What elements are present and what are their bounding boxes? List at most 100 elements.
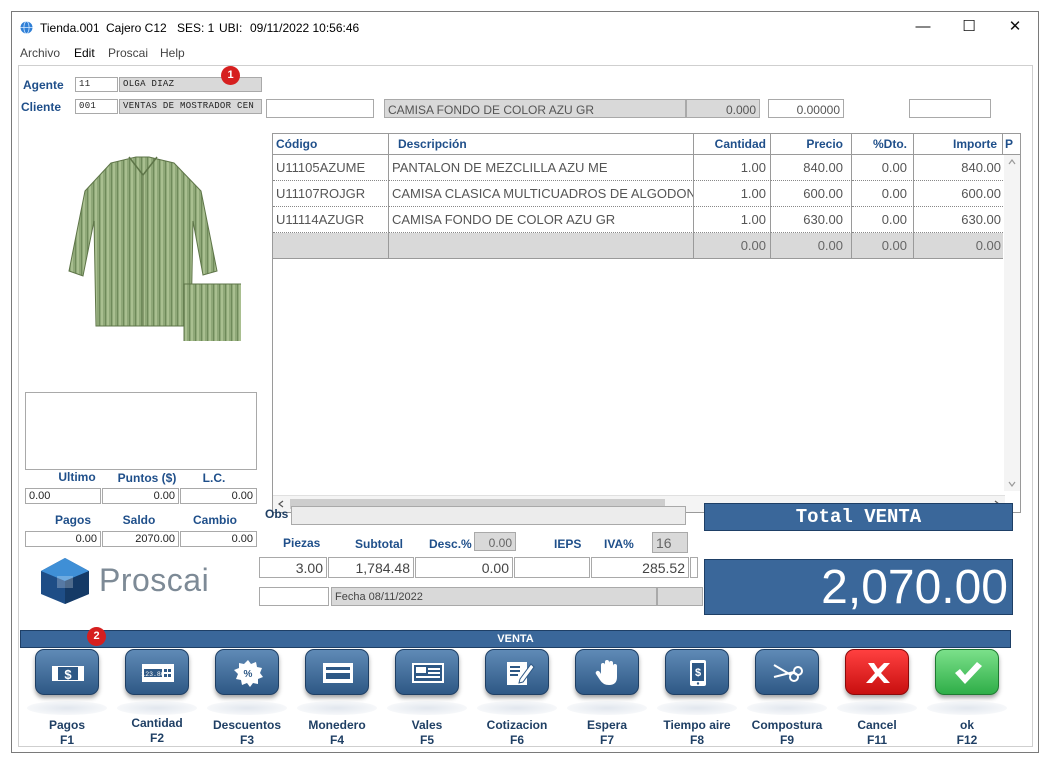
desc-amount-field: 0.00 <box>415 557 513 578</box>
item-price-input[interactable]: 0.00000 <box>768 99 844 118</box>
title-bar: Tienda.001 Cajero C12 SES: 1 UBI: 09/11/… <box>12 12 1038 42</box>
menu-help[interactable]: Help <box>160 46 185 60</box>
table-cell-discount[interactable]: 0.00 <box>852 181 914 207</box>
vales-reflection <box>387 701 467 715</box>
agent-code-field[interactable]: 11 <box>75 77 118 92</box>
scroll-down-icon[interactable] <box>1008 481 1016 487</box>
sales-grid: Código Descripción Cantidad Precio %Dto.… <box>272 133 1021 513</box>
desc-label: Desc.% <box>429 537 472 551</box>
vales-button[interactable] <box>395 649 459 695</box>
cotizacion-label: Cotizacion F6 <box>486 718 548 747</box>
espera-label: Espera F7 <box>586 718 628 747</box>
pos-panel: Agente 11 OLGA DIAZ 1 Cliente 001 VENTAS… <box>18 65 1033 747</box>
table-cell-amount[interactable]: 840.00 <box>914 155 1003 181</box>
tiempo-aire-button[interactable]: $ <box>665 649 729 695</box>
datetime: 09/11/2022 10:56:46 <box>250 21 360 35</box>
item-description-field: CAMISA FONDO DE COLOR AZU GR <box>384 99 686 118</box>
totals-cell-description <box>389 233 694 259</box>
iva-pct-field: 16 <box>652 532 688 553</box>
item-code-input[interactable] <box>266 99 374 118</box>
item-extra-input[interactable] <box>909 99 991 118</box>
annotation-badge-1: 1 <box>221 66 240 85</box>
espera-button[interactable] <box>575 649 639 695</box>
scroll-up-icon[interactable] <box>1008 159 1016 165</box>
table-cell-description[interactable]: PANTALON DE MEZCLILLA AZU ME <box>389 155 694 181</box>
table-cell-code[interactable]: U11114AZUGR <box>273 207 389 233</box>
menu-archivo[interactable]: Archivo <box>20 46 60 60</box>
mode-bar: VENTA <box>20 630 1011 648</box>
table-cell-quantity[interactable]: 1.00 <box>694 181 771 207</box>
lc-field: 0.00 <box>180 488 257 504</box>
calculator-display-glyph: 123.86 <box>141 671 165 678</box>
grid-header-price[interactable]: Precio <box>771 134 852 155</box>
phone-dollar-glyph: $ <box>695 667 701 679</box>
cancel-x-icon <box>866 663 890 683</box>
pagos-label: Pagos <box>54 513 91 527</box>
app-window: Tienda.001 Cajero C12 SES: 1 UBI: 09/11/… <box>11 11 1039 753</box>
cancel-button[interactable] <box>845 649 909 695</box>
table-cell-quantity[interactable]: 1.00 <box>694 207 771 233</box>
grid-header-more[interactable]: P <box>1003 134 1020 155</box>
table-cell-amount[interactable]: 600.00 <box>914 181 1003 207</box>
ok-reflection <box>927 701 1007 715</box>
table-cell-discount[interactable]: 0.00 <box>852 207 914 233</box>
tiempo-aire-label: Tiempo aire F8 <box>663 718 731 747</box>
piezas-label: Piezas <box>283 536 321 550</box>
table-cell-code[interactable]: U11107ROJGR <box>273 181 389 207</box>
table-cell-amount[interactable]: 630.00 <box>914 207 1003 233</box>
iva-label: IVA% <box>604 537 634 551</box>
monedero-button[interactable] <box>305 649 369 695</box>
edit-document-icon <box>507 662 535 685</box>
vertical-scrollbar[interactable] <box>1004 155 1020 491</box>
grid-header-discount[interactable]: %Dto. <box>852 134 914 155</box>
globe-icon <box>20 21 33 34</box>
totals-cell-code <box>273 233 389 259</box>
grid-header-quantity[interactable]: Cantidad <box>694 134 771 155</box>
grid-header-amount[interactable]: Importe <box>914 134 1003 155</box>
grid-header-description[interactable]: Descripción <box>389 134 694 155</box>
compostura-button[interactable] <box>755 649 819 695</box>
compostura-reflection <box>747 701 827 715</box>
pagos-field: 0.00 <box>25 531 101 547</box>
notes-box <box>25 392 257 470</box>
table-cell-price[interactable]: 600.00 <box>771 181 852 207</box>
saldo-field: 2070.00 <box>102 531 179 547</box>
ieps-field <box>514 557 590 578</box>
scissors-icon <box>773 664 803 682</box>
calculator-icon: 123.86 <box>141 664 174 682</box>
small-input[interactable] <box>259 587 329 606</box>
cambio-label: Cambio <box>192 513 237 527</box>
menu-proscai[interactable]: Proscai <box>108 46 148 60</box>
table-cell-code[interactable]: U11105AZUME <box>273 155 389 181</box>
table-cell-discount[interactable]: 0.00 <box>852 155 914 181</box>
menu-bar: Archivo Edit Proscai Help <box>12 43 1038 63</box>
money-bill-icon: $ <box>52 666 84 682</box>
cotizacion-button[interactable] <box>485 649 549 695</box>
menu-edit[interactable]: Edit <box>74 46 95 60</box>
ok-button[interactable] <box>935 649 999 695</box>
descuentos-button[interactable]: % <box>215 649 279 695</box>
table-cell-price[interactable]: 630.00 <box>771 207 852 233</box>
pagos-reflection <box>27 701 107 715</box>
cantidad-button[interactable]: 123.86 <box>125 649 189 695</box>
percent-glyph: % <box>244 669 253 680</box>
vales-label: Vales F5 <box>411 718 443 747</box>
subtotal-field: 1,784.48 <box>328 557 414 578</box>
ok-label: ok F12 <box>956 718 978 747</box>
obs-input[interactable] <box>291 506 686 525</box>
table-cell-description[interactable]: CAMISA CLASICA MULTICUADROS DE ALGODON R… <box>389 181 694 207</box>
monedero-label: Monedero F4 <box>308 718 366 747</box>
close-button[interactable]: ✕ <box>992 12 1038 42</box>
grid-header-code[interactable]: Código <box>273 134 389 155</box>
maximize-button[interactable]: ☐ <box>946 12 992 42</box>
table-cell-price[interactable]: 840.00 <box>771 155 852 181</box>
totals-cell-amount: 0.00 <box>914 233 1003 259</box>
card-icon <box>323 663 353 683</box>
pagos-button[interactable]: $ <box>35 649 99 695</box>
table-cell-quantity[interactable]: 1.00 <box>694 155 771 181</box>
table-cell-description[interactable]: CAMISA FONDO DE COLOR AZU GR <box>389 207 694 233</box>
minimize-button[interactable]: — <box>900 12 946 42</box>
iva-amount-field: 285.52 <box>591 557 689 578</box>
ultimo-label: Ultimo <box>58 470 96 484</box>
client-code-field[interactable]: 001 <box>75 99 118 114</box>
